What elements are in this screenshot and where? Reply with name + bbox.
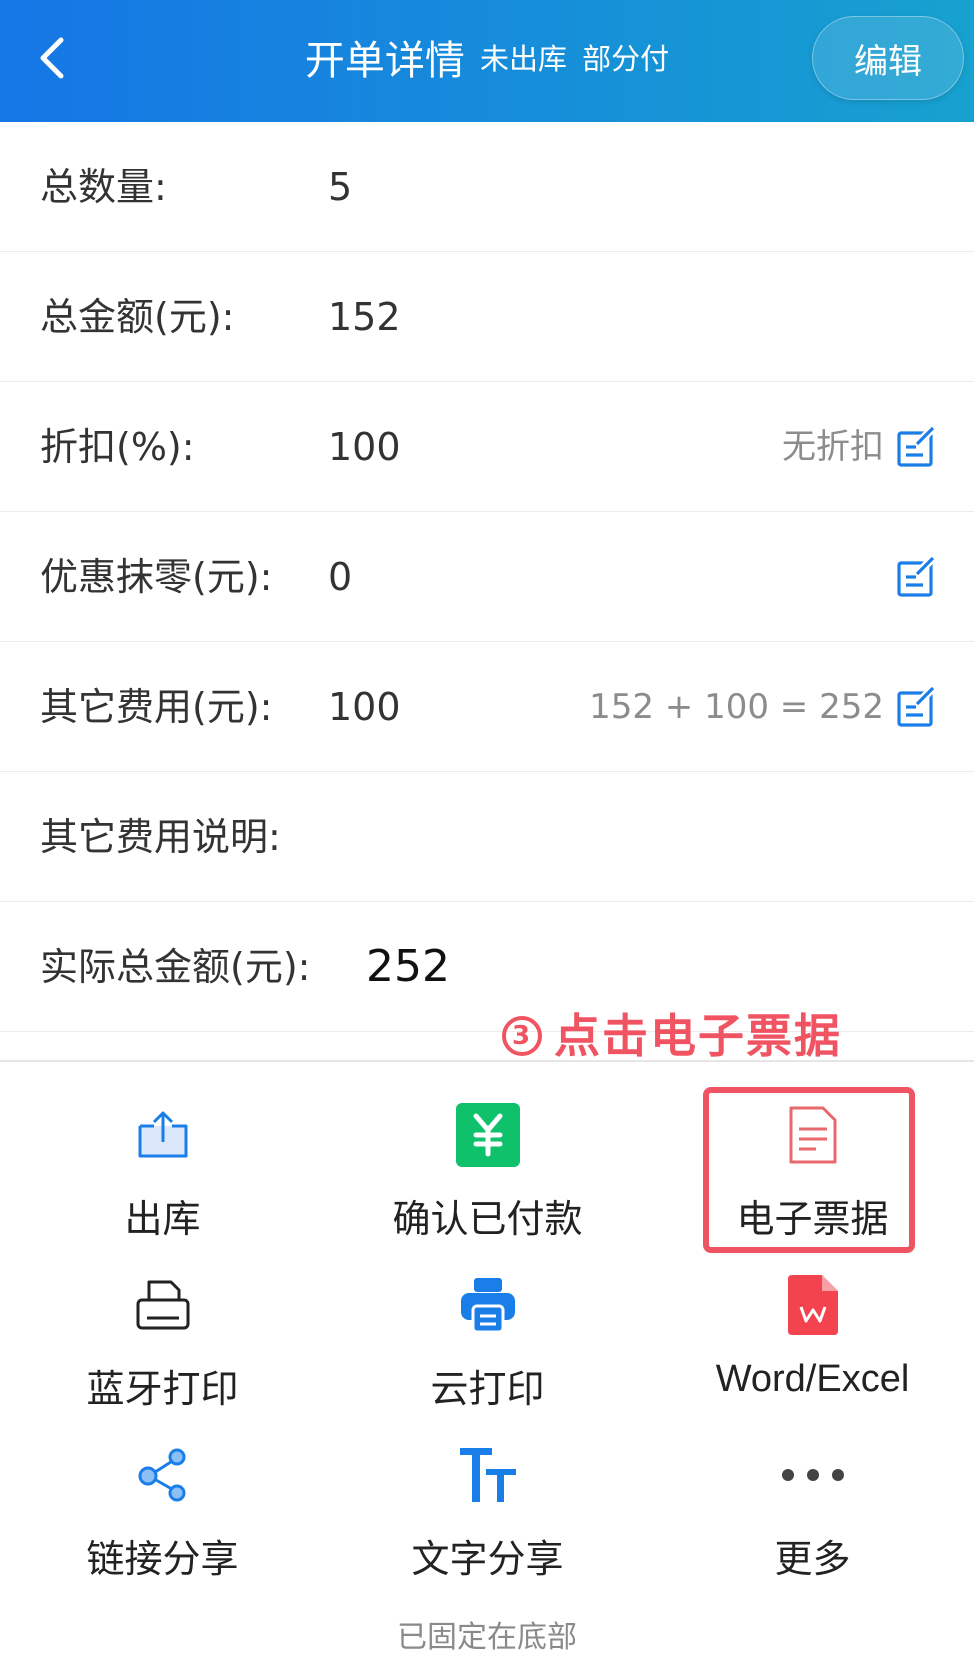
pinned-bottom-note: 已固定在底部 (397, 1620, 577, 1655)
step-annotation: 3 点击电子票据 (502, 1000, 842, 1066)
header-bar: 开单详情 未出库 部分付 编辑 (0, 0, 974, 122)
row-value: 100 (328, 685, 401, 729)
action-word-excel[interactable]: Word/Excel (650, 1255, 974, 1425)
action-label: 蓝牙打印 (86, 1367, 239, 1411)
row-discount[interactable]: 折扣(%): 100 无折扣 (0, 382, 974, 512)
row-rounding-off[interactable]: 优惠抹零(元): 0 (0, 512, 974, 642)
row-other-fees[interactable]: 其它费用(元): 100 152 + 100 = 252 (0, 642, 974, 772)
payment-status: 部分付 (582, 42, 670, 76)
printer-icon (128, 1270, 198, 1340)
action-bluetooth-print[interactable]: 蓝牙打印 (0, 1255, 325, 1425)
row-other-fees-note: 其它费用说明: (0, 772, 974, 902)
edit-icon[interactable] (896, 686, 936, 728)
order-summary: 总数量: 5 总金额(元): 152 折扣(%): 100 无折扣 优惠抹零(元… (0, 122, 974, 1032)
row-label: 总金额(元): (40, 295, 235, 339)
row-label: 折扣(%): (40, 425, 195, 469)
action-confirm-paid[interactable]: 确认已付款 (325, 1085, 650, 1255)
step-number-badge: 3 (502, 1015, 542, 1056)
action-stock-out[interactable]: 出库 (0, 1085, 325, 1255)
row-value: 5 (328, 165, 353, 209)
row-label: 总数量: (40, 165, 167, 209)
discount-hint: 无折扣 (782, 427, 884, 467)
row-label: 实际总金额(元): (40, 945, 311, 989)
edit-icon[interactable] (896, 426, 936, 468)
row-label: 其它费用说明: (40, 815, 281, 859)
action-text-share[interactable]: 文字分享 (325, 1425, 650, 1595)
cloud-printer-icon (453, 1270, 523, 1340)
row-total-quantity: 总数量: 5 (0, 122, 974, 252)
row-label: 其它费用(元): (40, 685, 273, 729)
page-title-text: 开单详情 (304, 38, 465, 84)
more-icon (778, 1440, 848, 1510)
action-label: Word/Excel (715, 1358, 910, 1400)
action-label: 确认已付款 (392, 1197, 583, 1241)
action-label: 文字分享 (411, 1537, 564, 1581)
row-value: 152 (328, 295, 401, 339)
text-icon (453, 1440, 523, 1510)
edit-icon[interactable] (896, 556, 936, 598)
action-label: 链接分享 (86, 1537, 239, 1581)
stock-status: 未出库 (479, 42, 567, 76)
share-icon (128, 1440, 198, 1510)
edit-button[interactable]: 编辑 (812, 16, 964, 100)
action-cloud-print[interactable]: 云打印 (325, 1255, 650, 1425)
export-icon (128, 1100, 198, 1170)
action-label: 出库 (124, 1197, 201, 1241)
action-label: 云打印 (430, 1367, 545, 1411)
row-value: 0 (328, 555, 353, 599)
row-label: 优惠抹零(元): (40, 555, 273, 599)
action-more[interactable]: 更多 (650, 1425, 974, 1595)
e-receipt-highlight (703, 1087, 915, 1253)
row-total-amount: 总金额(元): 152 (0, 252, 974, 382)
wps-file-icon (778, 1270, 848, 1340)
fee-formula: 152 + 100 = 252 (589, 687, 884, 727)
step-annotation-text: 点击电子票据 (554, 1009, 842, 1063)
row-value: 100 (328, 425, 401, 469)
action-label: 更多 (774, 1537, 851, 1581)
actual-total-value: 252 (366, 941, 450, 992)
action-link-share[interactable]: 链接分享 (0, 1425, 325, 1595)
yuan-icon (453, 1100, 523, 1170)
